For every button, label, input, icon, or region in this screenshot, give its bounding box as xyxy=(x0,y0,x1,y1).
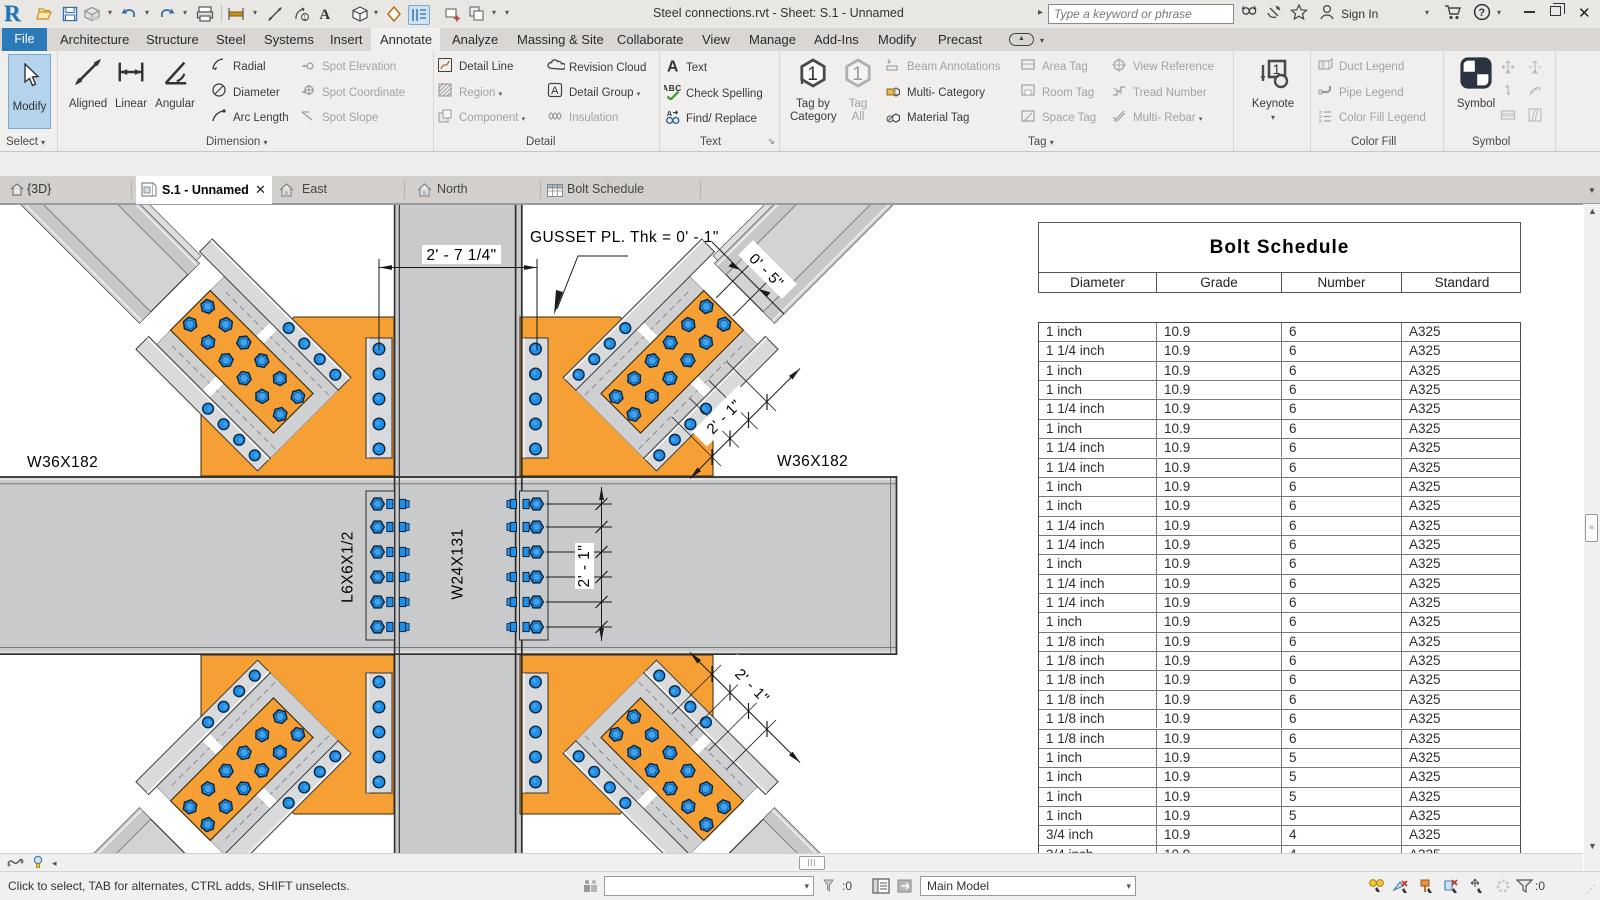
svg-text:1: 1 xyxy=(894,91,898,97)
svg-text:W24X131: W24X131 xyxy=(450,528,467,599)
svg-text:1: 1 xyxy=(303,15,307,22)
svg-text:2' - 7 1/4": 2' - 7 1/4" xyxy=(426,247,496,264)
svg-text:GUSSET PL. Thk = 0' - 1": GUSSET PL. Thk = 0' - 1" xyxy=(530,229,719,246)
svg-text:A: A xyxy=(551,85,559,97)
svg-text:W36X182: W36X182 xyxy=(777,453,848,470)
svg-text:?: ? xyxy=(1478,7,1485,19)
svg-text:2' - 1": 2' - 1" xyxy=(576,545,593,588)
svg-text:A: A xyxy=(667,58,679,74)
svg-text:W36X182: W36X182 xyxy=(27,454,98,471)
svg-text:1: 1 xyxy=(807,64,818,85)
svg-text:ABC: ABC xyxy=(664,83,682,93)
svg-text:A: A xyxy=(319,7,330,23)
svg-text:A: A xyxy=(667,108,673,117)
svg-text:1: 1 xyxy=(852,64,863,85)
svg-text:L6X6X1/2: L6X6X1/2 xyxy=(340,531,357,603)
